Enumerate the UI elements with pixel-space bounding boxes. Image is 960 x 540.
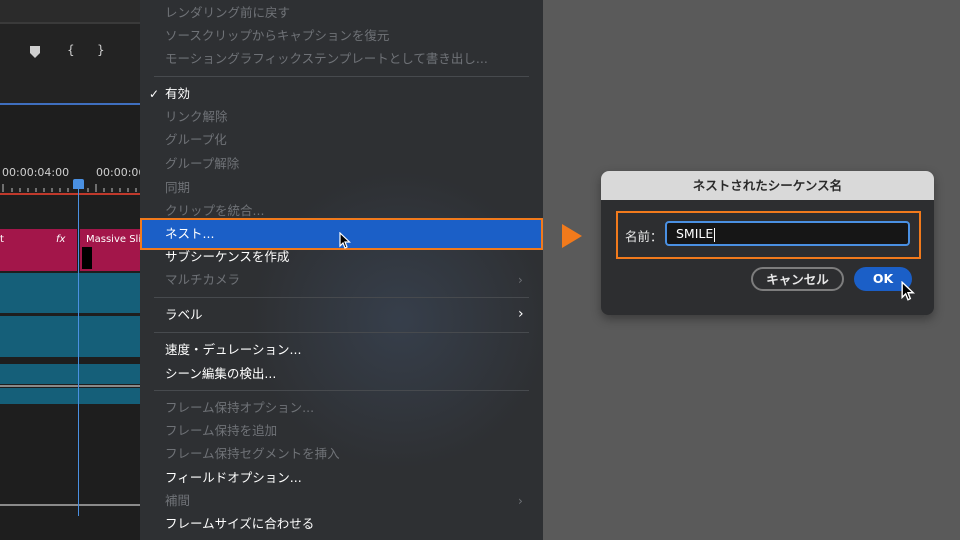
menu-item-revert-render[interactable]: レンダリング前に戻す [165, 5, 290, 21]
clip-label: Massive Sli [86, 234, 140, 245]
playhead-line[interactable] [78, 186, 79, 516]
render-bar [0, 193, 140, 195]
menu-item-speed-duration[interactable]: 速度・デュレーション... [165, 342, 301, 358]
chevron-right-icon: › [518, 306, 524, 322]
menu-item-multicam[interactable]: マルチカメラ [165, 272, 240, 288]
time-ruler[interactable] [0, 180, 140, 192]
sequence-name-value: SMILE [676, 226, 714, 241]
audio-clip[interactable] [0, 388, 140, 404]
timeline-header [0, 0, 140, 24]
name-label: 名前： [625, 229, 663, 244]
text-caret [714, 227, 716, 242]
mouse-cursor-icon [339, 232, 351, 249]
menu-separator [154, 76, 529, 77]
audio-clip[interactable] [0, 273, 140, 313]
in-point-icon[interactable]: { [67, 44, 75, 56]
menu-item-fit-to-frame[interactable]: フレームサイズに合わせる [165, 516, 314, 532]
menu-item-export-mogrt[interactable]: モーショングラフィックステンプレートとして書き出し... [165, 51, 488, 67]
menu-item-enable[interactable]: 有効 [165, 86, 190, 102]
chevron-right-icon: › [518, 494, 523, 508]
menu-item-sync[interactable]: 同期 [165, 180, 190, 196]
menu-item-group[interactable]: グループ化 [165, 132, 227, 148]
menu-item-insert-frame-hold-segment[interactable]: フレーム保持セグメントを挿入 [165, 446, 340, 462]
audio-clip[interactable] [0, 364, 140, 384]
track-divider [0, 385, 140, 387]
marker-icon[interactable] [30, 46, 40, 58]
audio-clip[interactable] [0, 316, 140, 357]
menu-item-interpolation[interactable]: 補間 [165, 493, 190, 509]
checkmark-icon: ✓ [149, 87, 160, 101]
fx-badge: fx [56, 234, 66, 245]
menu-separator [154, 390, 529, 391]
chevron-right-icon: › [518, 273, 523, 287]
menu-separator [154, 332, 529, 333]
name-field-highlight: 名前： SMILE [616, 211, 921, 259]
dialog-title: ネストされたシーケンス名 [601, 171, 934, 200]
nested-sequence-dialog: ネストされたシーケンス名 名前： SMILE キャンセル OK [601, 171, 934, 315]
clip[interactable]: Massive Sli [80, 229, 140, 271]
clip-thumbnail [82, 247, 92, 269]
menu-item-add-frame-hold[interactable]: フレーム保持を追加 [165, 423, 277, 439]
track-divider [0, 504, 140, 506]
menu-item-subsequence[interactable]: サブシーケンスを作成 [165, 249, 289, 265]
playhead-handle[interactable] [73, 179, 84, 189]
menu-item-ungroup[interactable]: グループ解除 [165, 156, 239, 172]
menu-item-restore-captions[interactable]: ソースクリップからキャプションを復元 [165, 28, 389, 44]
menu-item-scene-edit-detection[interactable]: シーン編集の検出... [165, 366, 276, 382]
menu-item-unlink[interactable]: リンク解除 [165, 109, 228, 125]
timeline-controls: { } [0, 24, 140, 104]
work-area-bar [0, 103, 140, 105]
time-label: 00:00:04:00 [2, 166, 70, 179]
menu-item-label[interactable]: ラベル [165, 307, 203, 323]
clip-label: t [0, 234, 4, 245]
pointer-arrow-icon [562, 224, 582, 248]
menu-item-field-options[interactable]: フィールドオプション... [165, 470, 302, 486]
out-point-icon[interactable]: } [97, 44, 105, 56]
mouse-cursor-icon [901, 281, 915, 301]
sequence-name-input[interactable]: SMILE [665, 221, 910, 246]
menu-separator [154, 297, 529, 298]
menu-item-nest-label: ネスト... [165, 226, 215, 241]
menu-item-merge-clips[interactable]: クリップを統合... [165, 203, 264, 219]
clip[interactable]: t fx [0, 229, 77, 271]
menu-item-frame-hold-options[interactable]: フレーム保持オプション... [165, 400, 314, 416]
timeline-panel[interactable]: { } 00:00:04:00 00:00:06 t fx Massive Sl… [0, 0, 140, 540]
context-menu: レンダリング前に戻す ソースクリップからキャプションを復元 モーショングラフィッ… [140, 0, 543, 540]
time-label: 00:00:06 [96, 166, 140, 179]
cancel-button[interactable]: キャンセル [751, 267, 844, 291]
